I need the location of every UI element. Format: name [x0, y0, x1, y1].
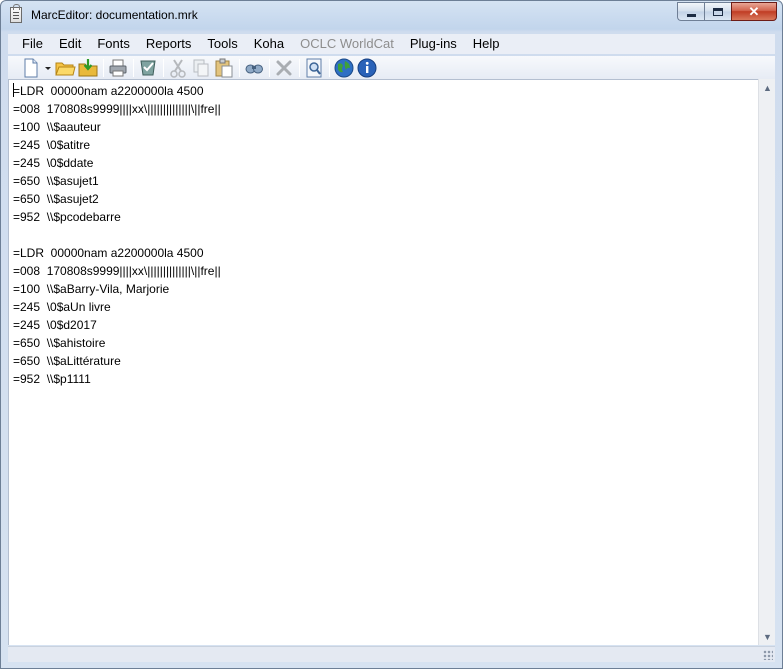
close-icon: ✕ [748, 3, 760, 19]
minimize-icon [686, 13, 696, 17]
text-caret [13, 83, 14, 97]
toolbar-separator [133, 59, 134, 77]
cut-button[interactable] [167, 57, 189, 79]
save-button[interactable] [77, 57, 99, 79]
preview-button[interactable] [303, 57, 325, 79]
preview-icon [306, 58, 322, 78]
print-button[interactable] [107, 57, 129, 79]
editor-line: =245 \0$atitre [13, 138, 91, 152]
validate-icon [140, 60, 156, 76]
editor-line: =008 170808s9999||||xx\||||||||||||||\||… [13, 102, 221, 116]
editor-line: =952 \\$pcodebarre [13, 210, 121, 224]
editor-line: =245 \0$ddate [13, 156, 94, 170]
editor-line: =650 \\$ahistoire [13, 336, 106, 350]
app-window: MarcEditor: documentation.mrk ✕ File Edi… [0, 0, 783, 669]
info-icon [357, 58, 377, 78]
vertical-scrollbar[interactable]: ▲ ▼ [758, 79, 775, 645]
toolbar [8, 56, 775, 80]
menu-oclc-worldcat[interactable]: OCLC WorldCat [292, 34, 402, 54]
print-icon [109, 59, 127, 77]
editor-line: =245 \0$aUn livre [13, 300, 111, 314]
paste-icon [215, 58, 233, 78]
new-dropdown-button[interactable] [43, 57, 53, 79]
toolbar-separator [239, 59, 240, 77]
status-bar [8, 646, 775, 662]
window-title: MarcEditor: documentation.mrk [31, 8, 198, 22]
menu-file[interactable]: File [8, 34, 51, 54]
toolbar-separator [269, 59, 270, 77]
editor-line: =650 \\$aLittérature [13, 354, 121, 368]
new-document-icon [24, 58, 38, 78]
globe-icon [334, 58, 354, 78]
menu-tools[interactable]: Tools [199, 34, 245, 54]
editor-line: =LDR 00000nam a2200000la 4500 [13, 246, 204, 260]
editor-line: =952 \\$p1111 [13, 372, 91, 386]
copy-button[interactable] [190, 57, 212, 79]
editor-line: =100 \\$aBarry-Vila, Marjorie [13, 282, 170, 296]
menu-help[interactable]: Help [465, 34, 508, 54]
editor-line: =100 \\$aauteur [13, 120, 101, 134]
validate-button[interactable] [137, 57, 159, 79]
copy-icon [193, 59, 209, 77]
toolbar-separator [163, 59, 164, 77]
editor-line: =650 \\$asujet2 [13, 192, 99, 206]
caption-buttons: ✕ [677, 2, 777, 21]
info-button[interactable] [356, 57, 378, 79]
scroll-down-arrow-icon[interactable]: ▼ [759, 628, 776, 645]
title-bar[interactable]: MarcEditor: documentation.mrk ✕ [1, 1, 782, 30]
paste-button[interactable] [213, 57, 235, 79]
maximize-button[interactable] [704, 2, 731, 21]
new-document-button[interactable] [20, 57, 42, 79]
find-icon [245, 64, 263, 74]
menu-bar: File Edit Fonts Reports Tools Koha OCLC … [8, 34, 775, 54]
menu-fonts[interactable]: Fonts [89, 34, 138, 54]
save-icon [78, 59, 98, 77]
minimize-button[interactable] [677, 2, 704, 21]
find-button[interactable] [243, 57, 265, 79]
open-button[interactable] [54, 57, 76, 79]
open-folder-icon [55, 62, 76, 76]
menu-koha[interactable]: Koha [246, 34, 292, 54]
menu-reports[interactable]: Reports [138, 34, 200, 54]
app-icon [10, 4, 22, 23]
cut-icon [170, 59, 186, 78]
editor-line: =245 \0$d2017 [13, 318, 97, 332]
close-button[interactable]: ✕ [731, 2, 777, 21]
editor-line: =650 \\$asujet1 [13, 174, 99, 188]
web-button[interactable] [333, 57, 355, 79]
dropdown-arrow-icon [45, 67, 51, 70]
editor-line: =008 170808s9999||||xx\||||||||||||||\||… [13, 264, 221, 278]
marc-text-editor[interactable]: =LDR 00000nam a2200000la 4500 =008 17080… [8, 79, 758, 645]
toolbar-separator [299, 59, 300, 77]
toolbar-separator [103, 59, 104, 77]
toolbar-separator [329, 59, 330, 77]
delete-icon [276, 60, 292, 76]
menu-edit[interactable]: Edit [51, 34, 89, 54]
maximize-icon [713, 7, 723, 16]
resize-grip-icon[interactable] [763, 650, 773, 660]
editor-line: =LDR 00000nam a2200000la 4500 [13, 84, 204, 98]
delete-button[interactable] [273, 57, 295, 79]
menu-plug-ins[interactable]: Plug-ins [402, 34, 465, 54]
scroll-up-arrow-icon[interactable]: ▲ [759, 79, 776, 96]
